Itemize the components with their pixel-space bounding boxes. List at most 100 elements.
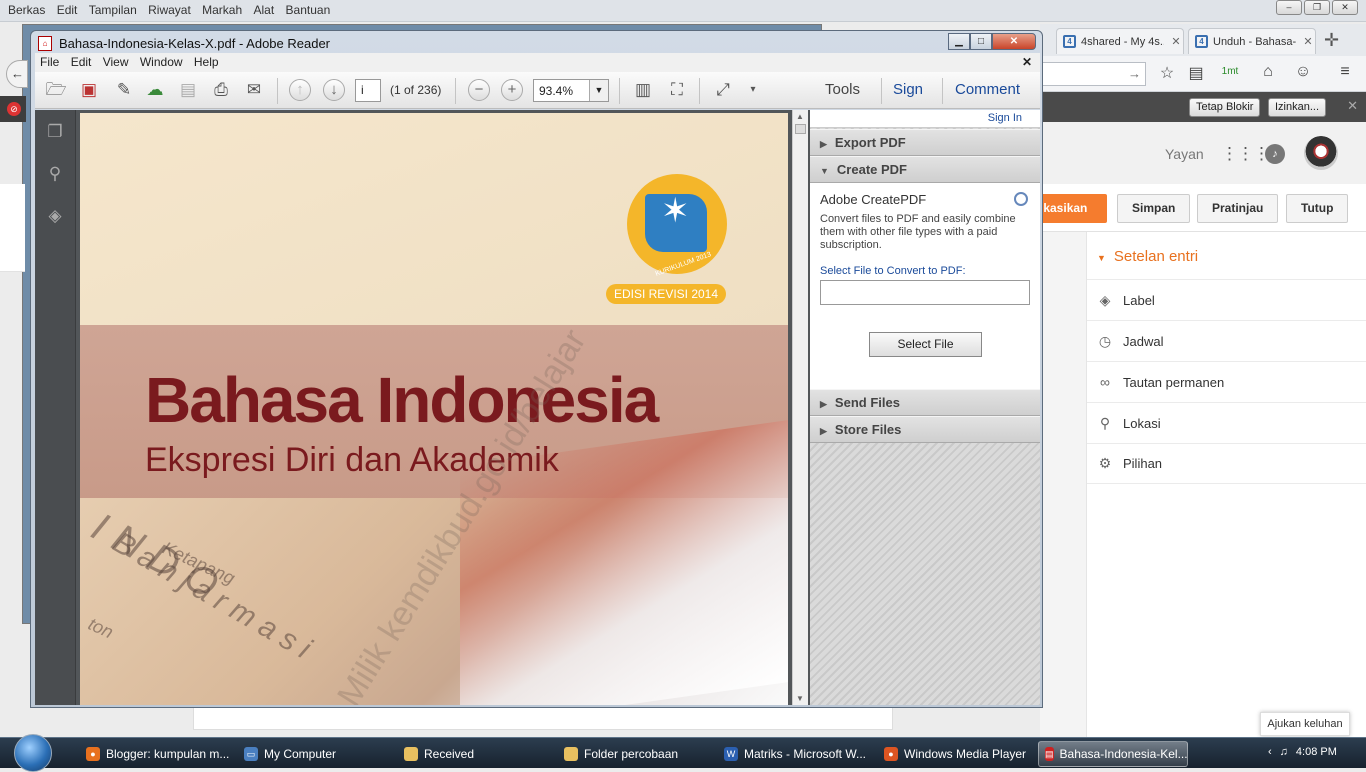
minimize-button[interactable]: ▁ bbox=[948, 33, 970, 50]
save-button[interactable]: Simpan bbox=[1117, 194, 1191, 223]
menu-edit[interactable]: Edit bbox=[71, 53, 92, 72]
settings-location[interactable]: ⚲ Lokasi bbox=[1087, 402, 1366, 443]
next-page-icon[interactable]: ↓ bbox=[323, 79, 345, 101]
start-button[interactable] bbox=[14, 734, 52, 772]
task-matriks-word[interactable]: W Matriks - Microsoft W... bbox=[718, 741, 868, 767]
save-icon[interactable]: ▤ bbox=[176, 79, 200, 101]
fit-width-icon[interactable]: ⛶ bbox=[665, 79, 689, 101]
minimize-button[interactable]: ‒ bbox=[1276, 0, 1302, 15]
block-button[interactable]: Tetap Blokir bbox=[1189, 98, 1261, 117]
menu-icon[interactable]: ≡ bbox=[1334, 63, 1356, 81]
bookmark-star-icon[interactable]: ☆ bbox=[1156, 63, 1178, 83]
createpdf-info-icon[interactable] bbox=[1014, 192, 1028, 206]
settings-permalink[interactable]: ∞ Tautan permanen bbox=[1087, 361, 1366, 402]
open-icon[interactable]: 🗁 bbox=[44, 79, 68, 101]
pages-icon[interactable]: ❐ bbox=[44, 122, 66, 144]
avatar[interactable] bbox=[1304, 136, 1338, 170]
close-button[interactable]: ✕ bbox=[992, 33, 1036, 50]
menu-view[interactable]: View bbox=[103, 53, 129, 72]
edit-icon[interactable]: ✎ bbox=[112, 79, 136, 101]
new-tab-icon[interactable]: ✛ bbox=[1324, 30, 1339, 51]
back-button[interactable]: ← bbox=[6, 60, 28, 88]
tools-link[interactable]: Tools bbox=[825, 81, 860, 98]
settings-options[interactable]: ⚙ Pilihan bbox=[1087, 443, 1366, 484]
close-document-icon[interactable]: ✕ bbox=[1022, 53, 1032, 72]
zoom-out-icon[interactable]: − bbox=[468, 79, 490, 101]
attachments-icon[interactable]: ⚲ bbox=[44, 164, 66, 186]
task-received[interactable]: Received bbox=[398, 741, 548, 767]
preview-button[interactable]: Pratinjau bbox=[1197, 194, 1279, 223]
vertical-scrollbar[interactable]: ▲ ▼ bbox=[792, 110, 808, 705]
task-folder-percobaan[interactable]: Folder percobaan bbox=[558, 741, 708, 767]
select-file-button[interactable]: Select File bbox=[869, 332, 982, 357]
chat-icon[interactable]: ☺ bbox=[1292, 63, 1314, 81]
close-icon[interactable]: ✕ bbox=[1347, 98, 1358, 114]
task-my-computer[interactable]: ▭ My Computer bbox=[238, 741, 388, 767]
page-number-input[interactable]: i bbox=[355, 79, 381, 102]
fullscreen-icon[interactable]: ⤢ bbox=[711, 79, 735, 101]
publish-button[interactable]: ikasikan bbox=[1040, 194, 1107, 223]
previous-page-icon[interactable]: ↑ bbox=[289, 79, 311, 101]
clock[interactable]: 4:08 PM bbox=[1296, 746, 1337, 758]
document-page[interactable]: Banjarmasi INDO Ketapang ton ✶ KURIKULUM… bbox=[80, 113, 788, 705]
task-media-player[interactable]: ● Windows Media Player bbox=[878, 741, 1028, 767]
task-blogger[interactable]: ● Blogger: kumpulan m... bbox=[80, 741, 230, 767]
create-pdf-icon[interactable]: ▣ bbox=[77, 79, 101, 101]
close-icon[interactable]: ✕ bbox=[1301, 35, 1315, 48]
go-arrow-icon[interactable]: → bbox=[1128, 66, 1141, 81]
fit-page-icon[interactable]: ▥ bbox=[631, 79, 655, 101]
layers-icon[interactable]: ◈ bbox=[44, 206, 66, 228]
close-post-button[interactable]: Tutup bbox=[1286, 194, 1349, 223]
close-button[interactable]: ✕ bbox=[1332, 0, 1358, 15]
blogger-content: ▼ Setelan entri ◈ Label ◷ Jadwal ∞ Tautan pe… bbox=[1040, 232, 1366, 737]
user-name[interactable]: Yayan bbox=[1165, 146, 1204, 162]
zoom-select[interactable]: 93.4% ▼ bbox=[533, 79, 609, 102]
menu-markah[interactable]: Markah bbox=[202, 0, 242, 20]
scroll-up-icon[interactable]: ▲ bbox=[796, 112, 804, 121]
scroll-down-icon[interactable]: ▼ bbox=[796, 694, 804, 703]
send-files-panel[interactable]: ▶ Send Files bbox=[810, 389, 1040, 416]
menu-help[interactable]: Help bbox=[194, 53, 219, 72]
menu-tampilan[interactable]: Tampilan bbox=[89, 0, 137, 20]
sign-in-link[interactable]: Sign In bbox=[988, 112, 1022, 124]
print-icon[interactable]: ⎙ bbox=[209, 79, 233, 101]
bell-icon[interactable]: ♪ bbox=[1265, 144, 1285, 164]
download-indicator-icon[interactable]: 1mt bbox=[1219, 66, 1241, 77]
scroll-thumb[interactable] bbox=[795, 124, 806, 134]
menu-alat[interactable]: Alat bbox=[254, 0, 275, 20]
menu-berkas[interactable]: Berkas bbox=[8, 0, 45, 20]
apps-grid-icon[interactable]: ⋮⋮⋮ bbox=[1221, 144, 1270, 164]
settings-label[interactable]: ◈ Label bbox=[1087, 279, 1366, 320]
settings-schedule[interactable]: ◷ Jadwal bbox=[1087, 320, 1366, 361]
feedback-button[interactable]: Ajukan keluhan bbox=[1260, 712, 1350, 736]
url-bar[interactable]: → bbox=[1040, 62, 1146, 86]
tray-expand-icon[interactable]: ‹ bbox=[1268, 746, 1272, 758]
task-adobe-reader[interactable]: ▤ Bahasa-Indonesia-Kel... bbox=[1038, 741, 1188, 767]
tab-unduh[interactable]: 4 Unduh - Bahasa-... ✕ bbox=[1188, 28, 1316, 54]
menu-file[interactable]: File bbox=[40, 53, 59, 72]
store-files-panel[interactable]: ▶ Store Files bbox=[810, 416, 1040, 443]
upload-cloud-icon[interactable]: ☁ bbox=[143, 79, 167, 101]
sign-link[interactable]: Sign bbox=[893, 81, 923, 98]
create-pdf-panel[interactable]: ▼ Create PDF bbox=[810, 156, 1040, 183]
allow-button[interactable]: Izinkan... bbox=[1268, 98, 1327, 117]
home-icon[interactable]: ⌂ bbox=[1257, 63, 1279, 81]
volume-icon[interactable]: ♫ bbox=[1280, 746, 1288, 758]
menu-edit[interactable]: Edit bbox=[57, 0, 78, 20]
more-tools-icon[interactable]: ▾ bbox=[741, 79, 765, 101]
settings-title[interactable]: ▼ Setelan entri bbox=[1097, 248, 1198, 265]
close-icon[interactable]: ✕ bbox=[1169, 35, 1183, 48]
chevron-down-icon[interactable]: ▼ bbox=[589, 80, 608, 101]
export-pdf-panel[interactable]: ▶ Export PDF bbox=[810, 129, 1040, 156]
file-to-convert-field[interactable] bbox=[820, 280, 1030, 305]
tab-4shared[interactable]: 4 4shared - My 4s... ✕ bbox=[1056, 28, 1184, 54]
menu-window[interactable]: Window bbox=[140, 53, 183, 72]
zoom-in-icon[interactable]: + bbox=[501, 79, 523, 101]
comment-link[interactable]: Comment bbox=[955, 81, 1020, 98]
menu-riwayat[interactable]: Riwayat bbox=[148, 0, 191, 20]
maximize-button[interactable]: □ bbox=[970, 33, 992, 50]
email-icon[interactable]: ✉ bbox=[242, 79, 266, 101]
bookmarks-list-icon[interactable]: ▤ bbox=[1185, 63, 1207, 83]
menu-bantuan[interactable]: Bantuan bbox=[286, 0, 331, 20]
maximize-button[interactable]: ❐ bbox=[1304, 0, 1330, 15]
